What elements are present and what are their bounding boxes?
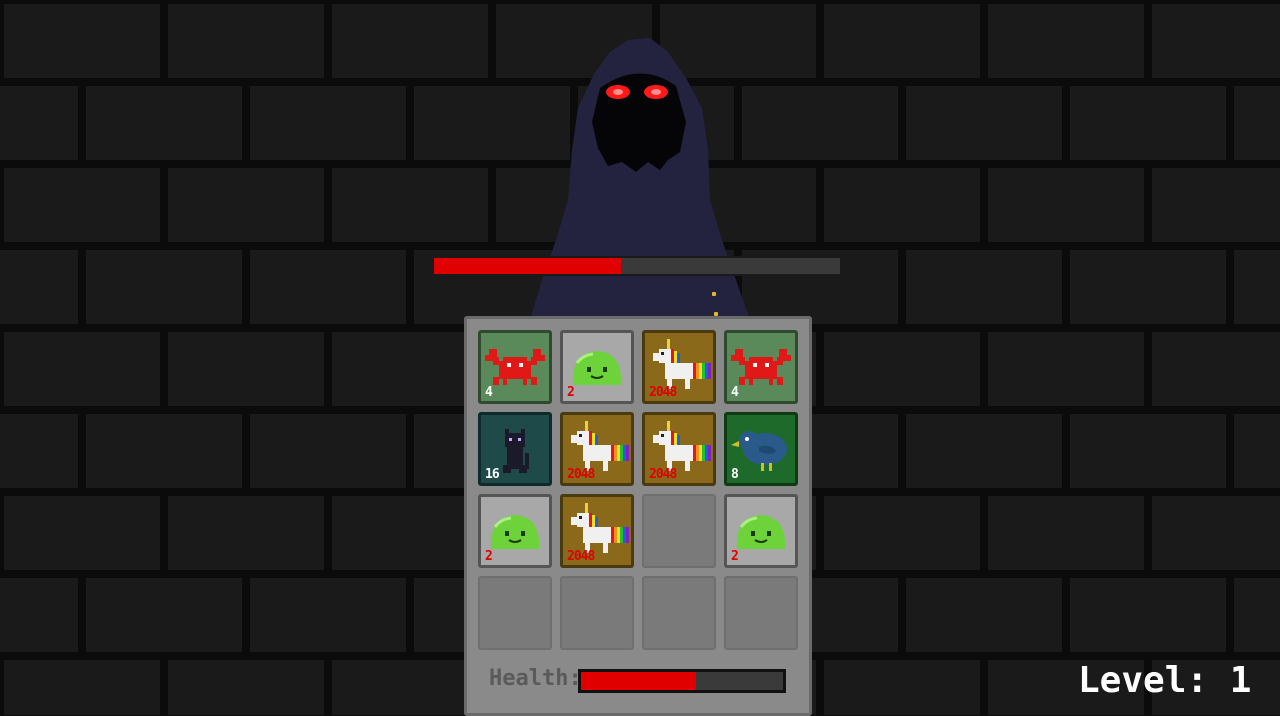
- slime-tile: 2: [724, 494, 798, 568]
- slime-tile: 2: [560, 330, 634, 404]
- enemy-health-bar: [432, 256, 842, 276]
- tile-value: 4: [731, 385, 739, 400]
- tile-value: 2: [485, 549, 493, 564]
- crab-tile: 4: [478, 330, 552, 404]
- empty-cell: [560, 576, 634, 650]
- empty-cell: [642, 494, 716, 568]
- bird-tile: 8: [724, 412, 798, 486]
- enemy-health-fill: [434, 258, 621, 274]
- unicorn-tile: 2048: [642, 330, 716, 404]
- empty-cell: [642, 576, 716, 650]
- tile-value: 8: [731, 467, 739, 482]
- hooded-reaper-enemy: [530, 38, 750, 320]
- player-health-fill: [581, 672, 697, 690]
- tile-value: 4: [485, 385, 493, 400]
- slime-tile: 2: [478, 494, 552, 568]
- empty-cell: [478, 576, 552, 650]
- empty-cell: [724, 576, 798, 650]
- tile-value: 2048: [649, 385, 677, 400]
- unicorn-tile: 2048: [560, 412, 634, 486]
- tile-value: 2048: [567, 467, 595, 482]
- game-board: 4 2 2048 4 16 2048 2048 8 2 2048 2: [464, 316, 812, 716]
- tile-value: 2: [731, 549, 739, 564]
- player-health-bar: [578, 669, 786, 693]
- cat-tile: 16: [478, 412, 552, 486]
- tile-value: 2048: [567, 549, 595, 564]
- tile-value: 2048: [649, 467, 677, 482]
- tile-value: 16: [485, 467, 500, 482]
- crab-tile: 4: [724, 330, 798, 404]
- tile-value: 2: [567, 385, 575, 400]
- unicorn-tile: 2048: [560, 494, 634, 568]
- level-indicator: Level: 1: [1078, 660, 1252, 701]
- unicorn-tile: 2048: [642, 412, 716, 486]
- sparkle-particle: [712, 292, 716, 296]
- health-label: Health:: [489, 666, 582, 691]
